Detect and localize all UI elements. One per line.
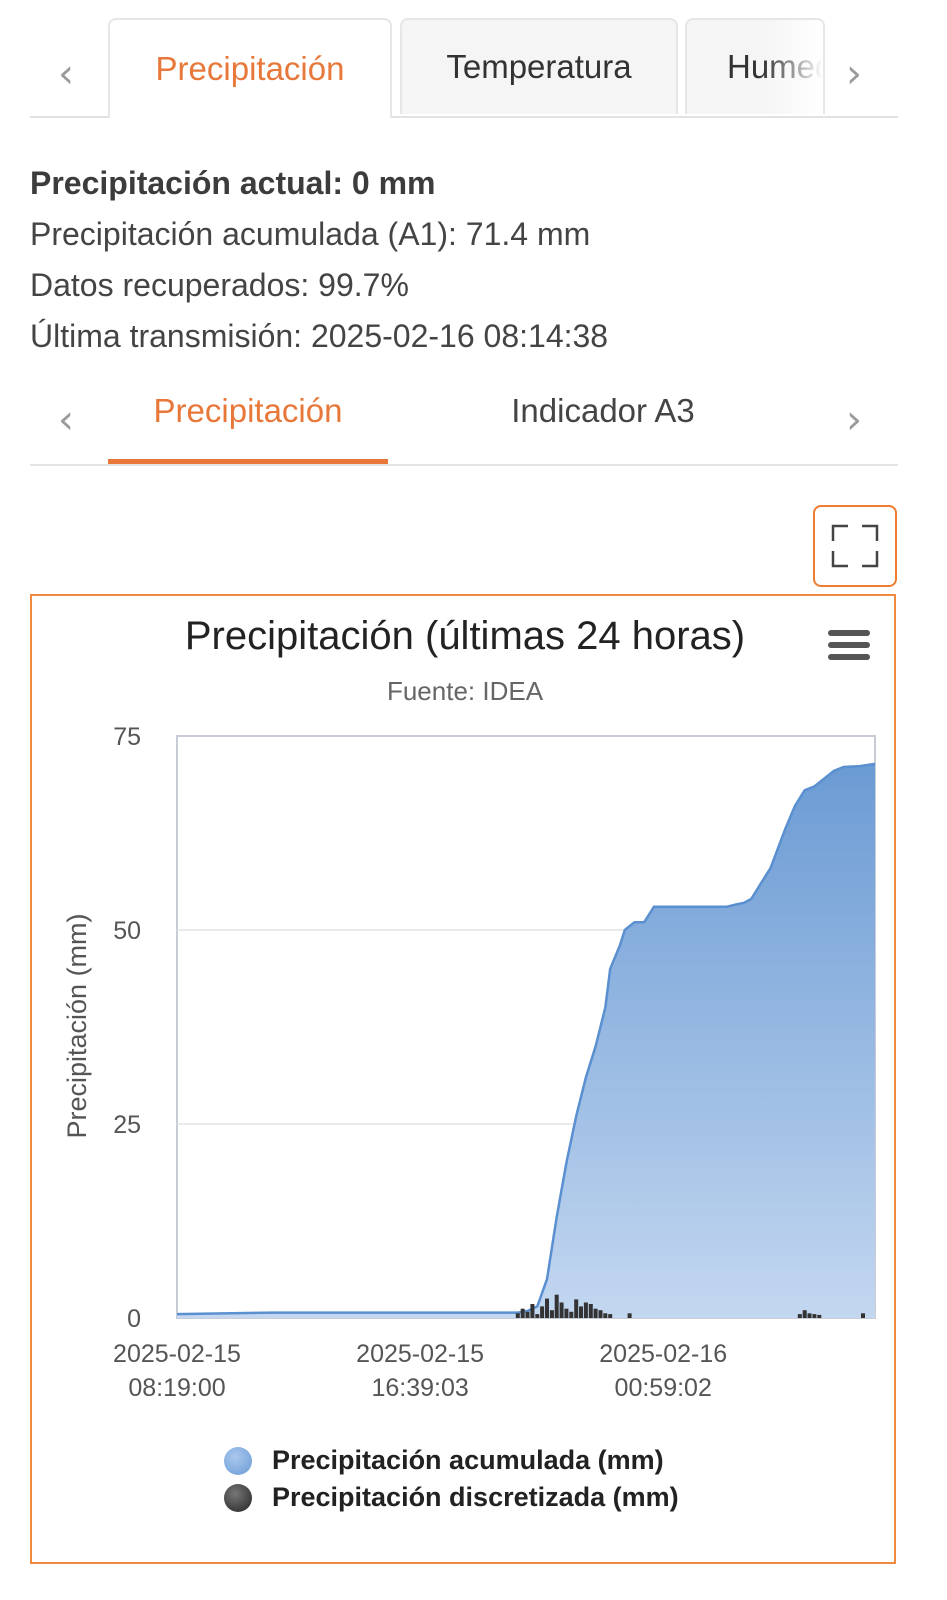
bar-discretizada [579, 1306, 583, 1318]
expand-icon [831, 524, 879, 568]
data-recovered: Datos recuperados: 99.7% [30, 267, 409, 303]
station-info: Precipitación actual: 0 mm Precipitación… [30, 158, 608, 362]
area-fill-acumulada [177, 763, 875, 1318]
chart-container: Precipitación (últimas 24 horas) Fuente:… [30, 594, 896, 1564]
x-tick-time: 08:19:00 [128, 1374, 225, 1402]
bar-discretizada [515, 1313, 520, 1318]
top-tab-bar: Precipitación Temperatura Humedad [30, 16, 898, 118]
bar-discretizada [535, 1314, 540, 1318]
y-tick-label: 50 [113, 917, 141, 945]
x-tick-date: 2025-02-16 [599, 1340, 727, 1368]
chart-legend: Precipitación acumulada (mm) Precipitaci… [224, 1442, 679, 1516]
legend-marker-acumulada [224, 1446, 252, 1475]
bar-discretizada [549, 1310, 554, 1318]
bar-discretizada [861, 1313, 865, 1318]
legend-item-acumulada[interactable]: Precipitación acumulada (mm) [224, 1442, 679, 1479]
bar-discretizada [593, 1308, 598, 1318]
fullscreen-button[interactable] [813, 505, 897, 587]
current-precipitation: Precipitación actual: 0 mm [30, 165, 436, 201]
bar-discretizada [807, 1313, 812, 1318]
y-tick-label: 0 [127, 1305, 141, 1333]
x-tick-time: 16:39:03 [371, 1374, 468, 1402]
bar-discretizada [530, 1304, 535, 1318]
x-tick-date: 2025-02-15 [356, 1340, 484, 1368]
x-tick-time: 00:59:02 [615, 1374, 712, 1402]
bar-discretizada [598, 1310, 603, 1318]
legend-marker-discretizada [224, 1483, 252, 1512]
bar-discretizada [564, 1308, 569, 1318]
bar-discretizada [608, 1314, 613, 1318]
bar-discretizada [554, 1294, 559, 1318]
x-tick-date: 2025-02-15 [113, 1340, 241, 1368]
bar-discretizada [588, 1304, 593, 1318]
bar-discretizada [817, 1314, 822, 1318]
subtab-indicador-a3[interactable]: Indicador A3 [468, 380, 738, 464]
last-transmission: Última transmisión: 2025-02-16 08:14:38 [30, 318, 609, 354]
bar-discretizada [525, 1311, 530, 1318]
legend-item-discretizada[interactable]: Precipitación discretizada (mm) [224, 1479, 679, 1516]
bar-discretizada [574, 1299, 579, 1318]
bar-discretizada [583, 1302, 588, 1318]
y-axis-label: Precipitación (mm) [62, 913, 92, 1138]
bar-discretizada [559, 1302, 564, 1318]
bar-discretizada [627, 1313, 632, 1318]
bar-discretizada [603, 1313, 608, 1318]
accumulated-precipitation: Precipitación acumulada (A1): 71.4 mm [30, 216, 591, 252]
chart-plot: 0 25 50 75 2025-02-15 08:19:00 2025-02-15 16:39… [62, 723, 876, 1402]
subtab-precipitacion[interactable]: Precipitación [108, 380, 388, 464]
bar-discretizada [802, 1310, 807, 1318]
chevron-right-icon[interactable]: › [846, 400, 862, 440]
y-tick-label: 75 [113, 723, 141, 751]
chevron-right-icon[interactable]: › [846, 54, 862, 94]
bar-discretizada [797, 1314, 802, 1318]
legend-label-discretizada: Precipitación discretizada (mm) [272, 1482, 679, 1512]
bar-discretizada [520, 1308, 525, 1318]
y-tick-label: 25 [113, 1111, 141, 1139]
tab-humedad[interactable]: Humedad [685, 18, 825, 114]
tab-precipitacion[interactable]: Precipitación [108, 18, 392, 118]
legend-label-acumulada: Precipitación acumulada (mm) [272, 1445, 664, 1475]
tab-temperatura[interactable]: Temperatura [400, 18, 678, 114]
bar-discretizada [540, 1306, 545, 1318]
bar-discretizada [569, 1311, 574, 1318]
sub-tab-bar: Precipitación Indicador A3 [30, 380, 898, 466]
bar-discretizada [545, 1298, 549, 1318]
bar-discretizada [812, 1314, 817, 1318]
